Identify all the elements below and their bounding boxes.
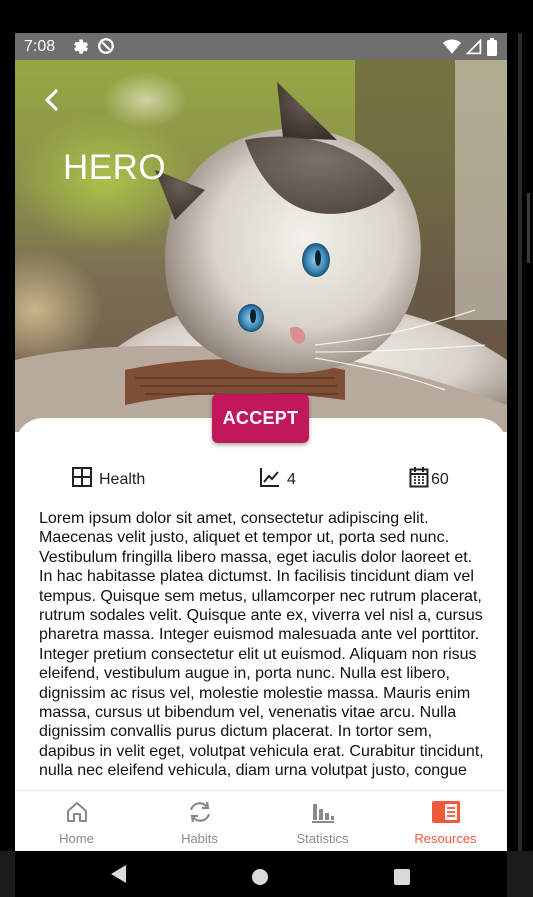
status-time: 7:08 xyxy=(24,38,56,55)
battery-icon xyxy=(487,38,497,61)
status-bar: 7:08 xyxy=(15,33,507,60)
nav-resources-label: Resources xyxy=(414,831,477,846)
nav-habits[interactable]: Habits xyxy=(138,791,261,851)
device-frame-right xyxy=(507,33,533,851)
nav-home[interactable]: Home xyxy=(15,791,138,851)
device-frame-top xyxy=(0,0,533,33)
nav-statistics[interactable]: Statistics xyxy=(261,791,384,851)
nav-habits-label: Habits xyxy=(181,831,218,846)
line-chart-icon xyxy=(259,466,281,493)
accept-button[interactable]: ACCEPT xyxy=(212,394,309,443)
hero-title: HERO xyxy=(63,148,167,187)
level-info: 4 xyxy=(259,466,296,493)
days-info: 60 xyxy=(409,466,449,493)
back-triangle-icon[interactable] xyxy=(108,863,128,890)
wifi-icon xyxy=(443,39,461,60)
refresh-icon xyxy=(187,799,213,825)
nav-home-label: Home xyxy=(59,831,94,846)
resources-icon xyxy=(431,799,460,825)
details-sheet: Health 4 60 Lorem ipsum dolor sit amet, … xyxy=(15,418,507,790)
hero-image: HERO xyxy=(15,60,507,432)
device-frame-left xyxy=(0,33,15,851)
home-circle-icon[interactable] xyxy=(251,868,269,891)
back-chevron-icon[interactable] xyxy=(37,85,67,115)
cat-photo xyxy=(15,60,507,432)
category-info: Health xyxy=(71,466,145,493)
habit-info-row: Health 4 60 xyxy=(15,466,507,492)
category-label: Health xyxy=(99,470,146,488)
level-value: 4 xyxy=(287,470,296,488)
bar-chart-icon xyxy=(310,799,336,825)
settings-icon xyxy=(71,37,89,60)
grid-icon xyxy=(71,466,93,493)
sync-icon xyxy=(97,37,115,60)
system-navigation-bar xyxy=(15,851,507,897)
home-icon xyxy=(65,799,89,825)
recents-square-icon[interactable] xyxy=(393,868,411,891)
bottom-navigation: Home Habits Statistics Resources xyxy=(15,790,507,851)
habit-description: Lorem ipsum dolor sit amet, consectetur … xyxy=(39,510,484,780)
nav-resources[interactable]: Resources xyxy=(384,791,507,851)
calendar-icon xyxy=(409,466,429,493)
app-screen: HERO Health 4 60 Lorem ipsum dolor sit a… xyxy=(15,60,507,851)
nav-statistics-label: Statistics xyxy=(296,831,349,846)
signal-icon xyxy=(465,38,482,60)
days-value: 60 xyxy=(431,470,449,488)
